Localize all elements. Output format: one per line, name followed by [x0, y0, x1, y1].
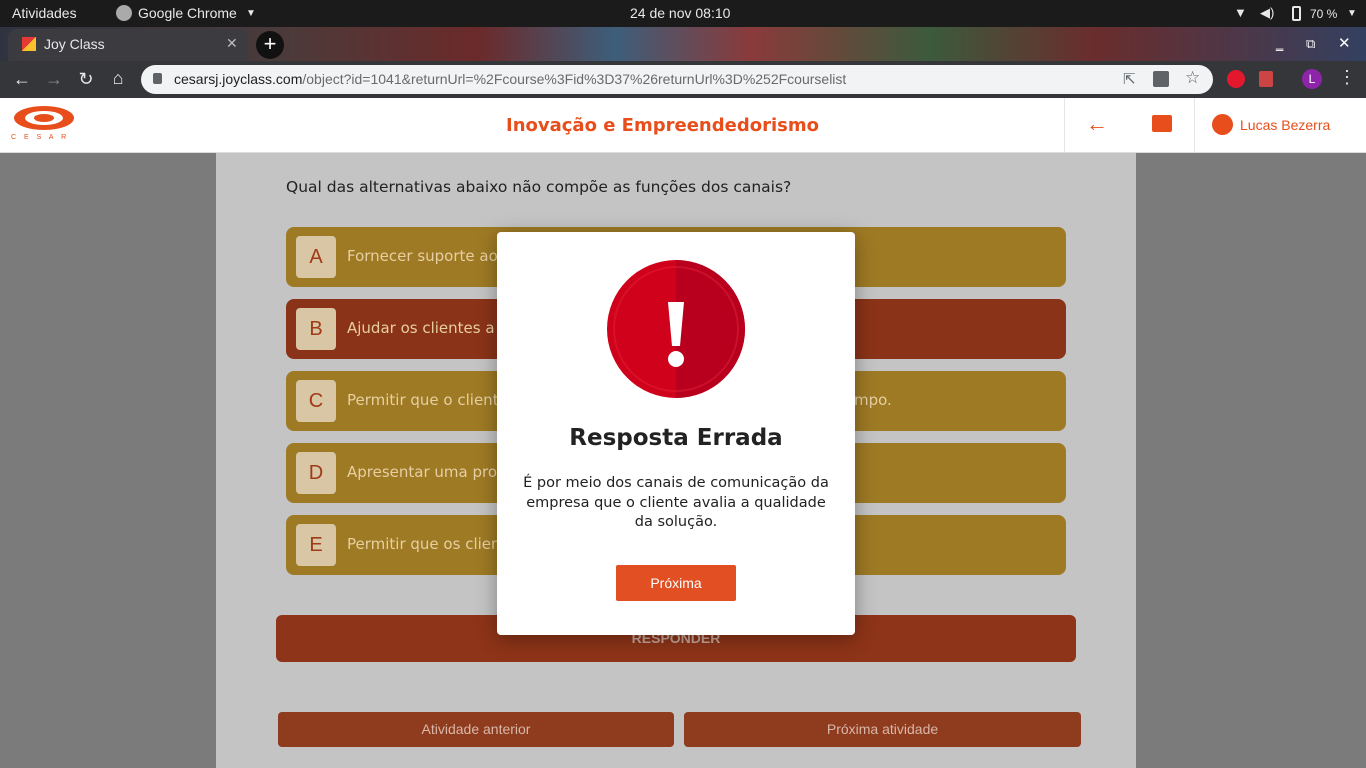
result-modal: Resposta Errada É por meio dos canais de… [497, 232, 855, 635]
url-path: /object?id=1041&returnUrl=%2Fcourse%3Fid… [302, 71, 847, 87]
app-menu[interactable]: Google Chrome [138, 5, 237, 21]
question-text: Qual das alternativas abaixo não compõe … [286, 178, 792, 196]
divider [1194, 98, 1195, 152]
site-header: C E S A R Inovação e Empreendedorismo ← … [0, 98, 1366, 153]
chevron-down-icon: ▼ [246, 8, 256, 19]
chat-icon[interactable] [1152, 115, 1172, 132]
extension-icon[interactable] [1259, 71, 1273, 87]
option-letter: E [296, 524, 336, 566]
option-text-tail: mpo. [854, 391, 892, 409]
lock-icon [153, 73, 162, 84]
volume-icon: ◀) [1260, 5, 1275, 20]
modal-title: Resposta Errada [569, 425, 783, 451]
home-icon[interactable]: ⌂ [104, 64, 132, 92]
close-tab-icon[interactable]: ✕ [226, 35, 238, 52]
close-window-icon[interactable]: ✕ [1338, 34, 1351, 52]
error-icon [607, 260, 745, 398]
browser-tab[interactable]: Joy Class ✕ [8, 29, 248, 61]
url-text: cesarsj.joyclass.com/object?id=1041&retu… [174, 71, 846, 87]
divider [1064, 98, 1065, 152]
extension-red-icon[interactable] [1227, 70, 1245, 88]
user-account-icon[interactable] [1212, 114, 1233, 135]
option-letter: C [296, 380, 336, 422]
system-menu-chevron-icon[interactable]: ▼ [1347, 8, 1357, 19]
next-activity-button[interactable]: Próxima atividade [684, 712, 1081, 747]
next-button[interactable]: Próxima [616, 565, 736, 601]
chrome-icon [116, 5, 132, 21]
activities-button[interactable]: Atividades [12, 5, 77, 21]
tab-title: Joy Class [44, 36, 105, 52]
bookmark-star-icon[interactable]: ☆ [1185, 68, 1200, 88]
os-top-bar: Atividades Google Chrome ▼ 24 de nov 08:… [0, 0, 1366, 27]
battery-percentage: 70 % [1310, 7, 1338, 21]
forward-icon[interactable]: → [40, 65, 68, 93]
back-arrow-icon[interactable]: ← [1086, 111, 1108, 137]
translate-icon[interactable] [1153, 71, 1169, 87]
option-letter: B [296, 308, 336, 350]
url-host: cesarsj.joyclass.com [174, 71, 303, 87]
option-text: Fornecer suporte ao c [347, 247, 511, 265]
minimize-icon[interactable]: ‗ [1276, 36, 1283, 51]
clock[interactable]: 24 de nov 08:10 [630, 5, 730, 21]
new-tab-button[interactable]: + [256, 31, 284, 59]
option-letter: D [296, 452, 336, 494]
maximize-icon[interactable]: ⧉ [1306, 36, 1315, 52]
user-name[interactable]: Lucas Bezerra [1240, 117, 1330, 133]
logo-text: C E S A R [11, 134, 70, 141]
course-title: Inovação e Empreendedorismo [506, 115, 819, 136]
chrome-menu-icon[interactable]: ⋮ [1338, 67, 1356, 88]
battery-icon [1292, 6, 1301, 21]
option-text: Permitir que os client [347, 535, 507, 553]
favicon-icon [22, 37, 36, 51]
profile-avatar[interactable]: L [1302, 69, 1322, 89]
reload-icon[interactable]: ↻ [72, 65, 100, 93]
option-text: Apresentar uma prop [347, 463, 507, 481]
cesar-logo[interactable] [13, 104, 75, 132]
option-text: Ajudar os clientes a av [347, 319, 518, 337]
option-letter: A [296, 236, 336, 278]
previous-activity-button[interactable]: Atividade anterior [278, 712, 674, 747]
address-bar[interactable]: cesarsj.joyclass.com/object?id=1041&retu… [141, 65, 1213, 94]
modal-message: É por meio dos canais de comunicação da … [523, 475, 829, 530]
open-external-icon[interactable]: ⇱ [1123, 70, 1136, 88]
option-text: Permitir que o cliente [347, 391, 508, 409]
back-icon[interactable]: ← [8, 65, 36, 93]
wifi-icon: ▼ [1234, 5, 1247, 20]
